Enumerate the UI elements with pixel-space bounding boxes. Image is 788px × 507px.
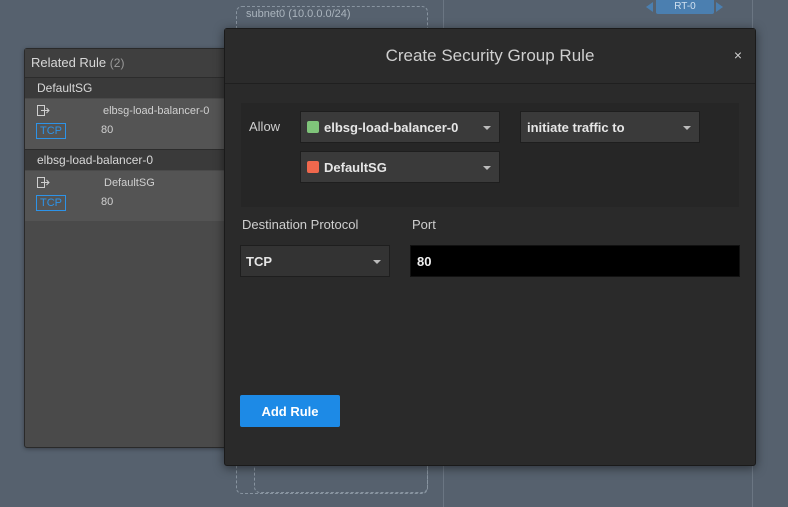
rule-port: 80 xyxy=(101,196,114,208)
add-rule-button[interactable]: Add Rule xyxy=(240,395,340,427)
close-icon[interactable]: × xyxy=(734,47,742,63)
protocol-badge: TCP xyxy=(36,195,66,211)
rule-target: elbsg-load-balancer-0 xyxy=(103,105,210,117)
subnet-label: subnet0 (10.0.0.0/24) xyxy=(246,8,351,20)
rule-port: 80 xyxy=(101,124,114,136)
route-table-left-arrow-icon xyxy=(646,2,653,12)
protocol-value: TCP xyxy=(246,254,272,269)
chevron-down-icon xyxy=(373,260,381,264)
protocol-dropdown[interactable]: TCP xyxy=(240,245,390,277)
source-sg-value: elbsg-load-balancer-0 xyxy=(324,120,459,135)
source-sg-color-swatch xyxy=(307,121,319,133)
port-label: Port xyxy=(412,217,436,232)
direction-value: initiate traffic to xyxy=(527,120,625,135)
allow-label: Allow xyxy=(249,119,281,134)
outbound-arrow-icon xyxy=(37,177,51,189)
source-sg-dropdown[interactable]: elbsg-load-balancer-0 xyxy=(300,111,500,143)
related-rule-header: Related Rule (2) xyxy=(25,49,235,77)
direction-dropdown[interactable]: initiate traffic to xyxy=(520,111,700,143)
modal-title: Create Security Group Rule xyxy=(385,46,595,65)
target-sg-color-swatch xyxy=(307,161,319,173)
create-rule-modal: Create Security Group Rule × Allow elbsg… xyxy=(224,28,756,466)
target-sg-dropdown[interactable]: DefaultSG xyxy=(300,151,500,183)
modal-header: Create Security Group Rule × xyxy=(225,29,755,84)
rule-target: DefaultSG xyxy=(104,177,155,189)
outbound-arrow-icon xyxy=(37,105,51,117)
chevron-down-icon xyxy=(483,166,491,170)
rule-group-header: DefaultSG xyxy=(25,77,235,98)
rule-row[interactable]: elbsg-load-balancer-0 TCP 80 xyxy=(25,98,235,149)
route-table-right-arrow-icon xyxy=(716,2,723,12)
related-rule-count: (2) xyxy=(109,56,125,70)
rule-row[interactable]: DefaultSG TCP 80 xyxy=(25,170,235,221)
protocol-badge: TCP xyxy=(36,123,66,139)
related-rule-panel: Related Rule (2) DefaultSG elbsg-load-ba… xyxy=(24,48,236,448)
port-input[interactable] xyxy=(410,245,740,277)
chevron-down-icon xyxy=(683,126,691,130)
route-table-label[interactable]: RT-0 xyxy=(656,0,714,14)
target-sg-value: DefaultSG xyxy=(324,160,387,175)
related-rule-title: Related Rule xyxy=(31,55,107,70)
rule-group-header: elbsg-load-balancer-0 xyxy=(25,149,235,170)
chevron-down-icon xyxy=(483,126,491,130)
destination-protocol-label: Destination Protocol xyxy=(242,217,359,232)
